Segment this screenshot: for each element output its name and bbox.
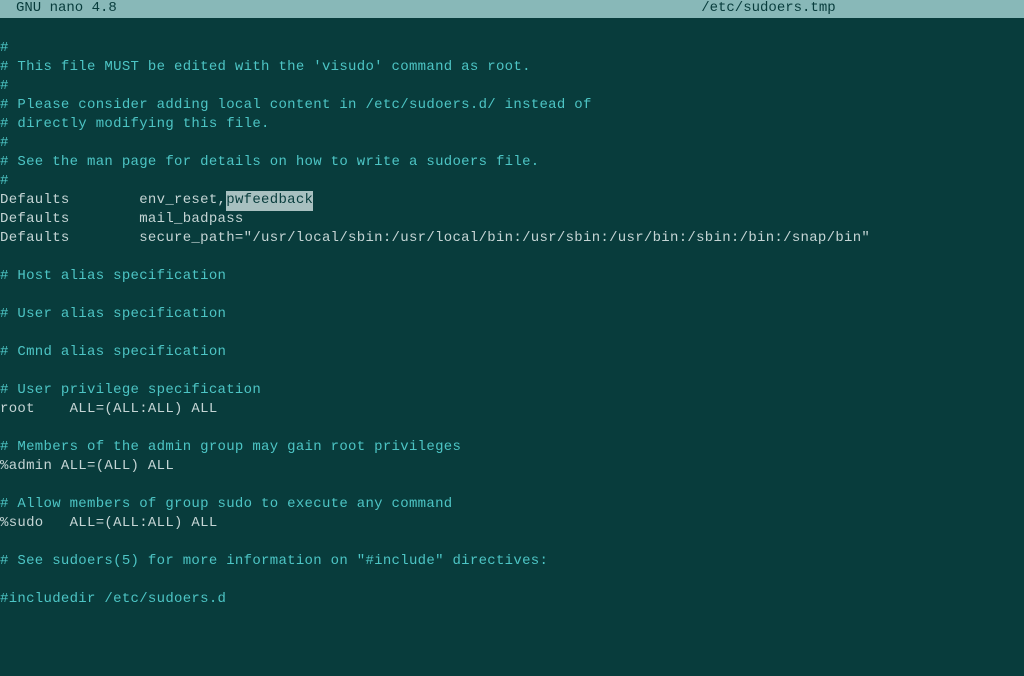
editor-line[interactable] [0,249,1024,268]
app-name: GNU nano 4.8 [4,0,117,19]
editor-line[interactable]: # Please consider adding local content i… [0,97,1024,116]
line-text: # Allow members of group sudo to execute… [0,495,452,515]
line-text: # Members of the admin group may gain ro… [0,438,461,458]
editor-line[interactable]: # [0,173,1024,192]
editor-line[interactable] [0,534,1024,553]
editor-line[interactable]: root ALL=(ALL:ALL) ALL [0,401,1024,420]
editor-line[interactable]: Defaults env_reset,pwfeedback [0,192,1024,211]
filename: /etc/sudoers.tmp [117,0,1020,19]
editor-line[interactable]: # This file MUST be edited with the 'vis… [0,59,1024,78]
editor-line[interactable]: #includedir /etc/sudoers.d [0,591,1024,610]
editor-line[interactable] [0,287,1024,306]
editor-line[interactable]: # [0,78,1024,97]
highlighted-text: pwfeedback [226,191,313,211]
editor-line[interactable]: # Members of the admin group may gain ro… [0,439,1024,458]
line-text: # [0,39,9,59]
editor-line[interactable] [0,363,1024,382]
editor-line[interactable]: %sudo ALL=(ALL:ALL) ALL [0,515,1024,534]
line-text: # Host alias specification [0,267,226,287]
editor-line[interactable]: # Host alias specification [0,268,1024,287]
line-text: Defaults secure_path="/usr/local/sbin:/u… [0,229,870,249]
editor-line[interactable]: # directly modifying this file. [0,116,1024,135]
editor-line[interactable]: Defaults secure_path="/usr/local/sbin:/u… [0,230,1024,249]
editor-line[interactable]: # [0,135,1024,154]
editor-line[interactable]: # Allow members of group sudo to execute… [0,496,1024,515]
titlebar: GNU nano 4.8 /etc/sudoers.tmp [0,0,1024,18]
editor-line[interactable]: # User privilege specification [0,382,1024,401]
line-text: # [0,77,9,97]
editor-line[interactable]: # [0,40,1024,59]
line-text: %admin ALL=(ALL) ALL [0,457,174,477]
editor-line[interactable] [0,477,1024,496]
line-text: # See the man page for details on how to… [0,153,539,173]
editor-line[interactable]: # See sudoers(5) for more information on… [0,553,1024,572]
editor-line[interactable] [0,420,1024,439]
line-text: # User alias specification [0,305,226,325]
editor-line[interactable] [0,325,1024,344]
line-text: # [0,172,9,192]
line-text: # User privilege specification [0,381,261,401]
editor-content[interactable]: ## This file MUST be edited with the 'vi… [0,18,1024,612]
editor-line[interactable]: Defaults mail_badpass [0,211,1024,230]
line-text: # Cmnd alias specification [0,343,226,363]
line-text: Defaults mail_badpass [0,210,244,230]
line-text: # See sudoers(5) for more information on… [0,552,548,572]
line-text: # This file MUST be edited with the 'vis… [0,58,531,78]
line-text: # directly modifying this file. [0,115,270,135]
editor-line[interactable]: %admin ALL=(ALL) ALL [0,458,1024,477]
line-text: # [0,134,9,154]
line-text: %sudo ALL=(ALL:ALL) ALL [0,514,218,534]
line-text: #includedir /etc/sudoers.d [0,590,226,610]
editor-line[interactable]: # User alias specification [0,306,1024,325]
line-text: Defaults env_reset, [0,191,226,211]
editor-line[interactable]: # See the man page for details on how to… [0,154,1024,173]
line-text: root ALL=(ALL:ALL) ALL [0,400,218,420]
editor-line[interactable]: # Cmnd alias specification [0,344,1024,363]
line-text: # Please consider adding local content i… [0,96,592,116]
editor-line[interactable] [0,572,1024,591]
